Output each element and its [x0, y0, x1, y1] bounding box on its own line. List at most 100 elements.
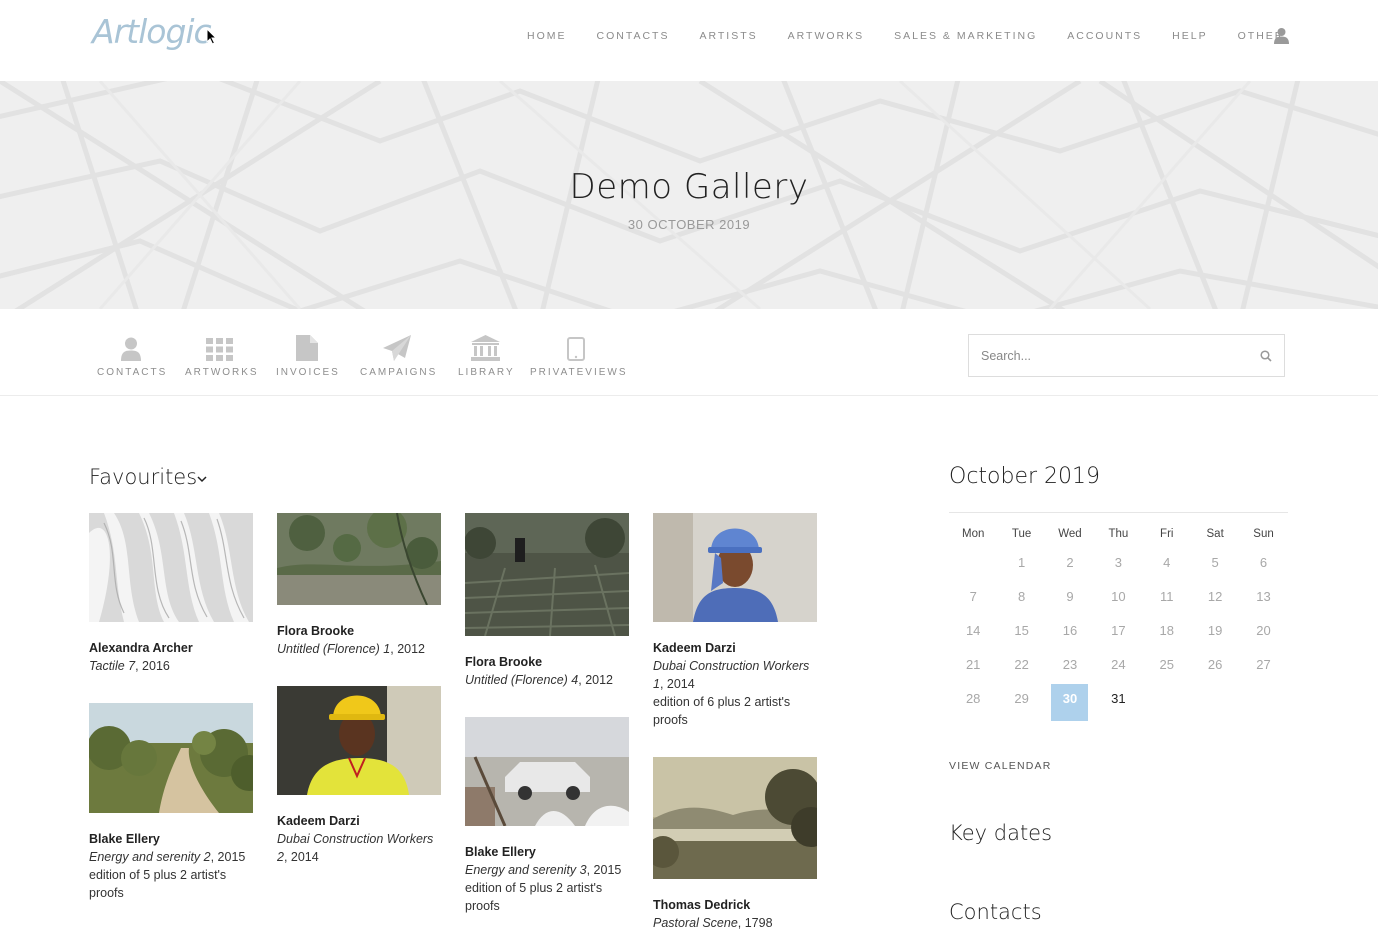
contacts-heading: Contacts: [949, 900, 1042, 924]
user-account-icon[interactable]: [1274, 27, 1289, 44]
artwork-title-line: Untitled (Florence) 1, 2012: [277, 640, 441, 658]
calendar-week-row: 7 8 9 10 11 12 13: [949, 582, 1288, 616]
artwork-thumbnail[interactable]: [89, 513, 253, 622]
calendar-day[interactable]: 18: [1143, 616, 1191, 650]
calendar-day[interactable]: 21: [949, 650, 997, 684]
artwork-year: , 2012: [390, 642, 426, 656]
artwork-title: Energy and serenity 2: [89, 850, 211, 864]
chevron-down-icon[interactable]: [197, 475, 207, 483]
calendar-day[interactable]: 8: [997, 582, 1045, 616]
artwork-edition: edition of 5 plus 2 artist's proofs: [465, 881, 603, 913]
calendar-day[interactable]: 4: [1143, 548, 1191, 582]
artwork-year: , 2014: [283, 850, 319, 864]
artwork-edition: edition of 5 plus 2 artist's proofs: [89, 868, 227, 900]
gallery-title: Demo Gallery: [569, 167, 809, 207]
calendar-day[interactable]: 6: [1239, 548, 1287, 582]
search-input[interactable]: [969, 335, 1239, 376]
weekday-label: Sat: [1206, 528, 1224, 540]
mouse-cursor-icon: [206, 28, 217, 45]
paper-plane-icon: [383, 335, 411, 361]
artwork-artist: Flora Brooke: [465, 655, 543, 669]
toolbar-invoices[interactable]: INVOICES: [276, 333, 338, 378]
artwork-card[interactable]: Alexandra Archer Tactile 7, 2016: [89, 513, 253, 675]
artwork-card[interactable]: Blake Ellery Energy and serenity 3, 2015…: [465, 717, 629, 915]
toolbar-library[interactable]: LIBRARY: [458, 333, 515, 378]
calendar-day[interactable]: 1: [997, 548, 1045, 582]
artwork-card[interactable]: Flora Brooke Untitled (Florence) 4, 2012: [465, 513, 629, 689]
nav-home[interactable]: HOME: [527, 30, 567, 42]
artwork-thumbnail[interactable]: [277, 686, 441, 795]
calendar-day[interactable]: 26: [1191, 650, 1239, 684]
nav-contacts[interactable]: CONTACTS: [597, 30, 670, 42]
calendar-day[interactable]: 24: [1094, 650, 1142, 684]
key-dates-heading: Key dates: [949, 821, 1053, 845]
search-icon[interactable]: [1260, 350, 1272, 362]
artwork-year: , 2014: [659, 677, 695, 691]
calendar-day[interactable]: 25: [1143, 650, 1191, 684]
calendar-day[interactable]: 16: [1046, 616, 1094, 650]
view-calendar-link[interactable]: VIEW CALENDAR: [949, 760, 1052, 772]
calendar-day[interactable]: 20: [1239, 616, 1287, 650]
nav-accounts[interactable]: ACCOUNTS: [1067, 30, 1142, 42]
calendar-day[interactable]: 11: [1143, 582, 1191, 616]
artwork-artist: Blake Ellery: [465, 845, 536, 859]
toolbar-library-label: LIBRARY: [458, 367, 515, 378]
calendar-day[interactable]: 2: [1046, 548, 1094, 582]
artwork-artist: Kadeem Darzi: [277, 814, 360, 828]
toolbar-privateviews[interactable]: PRIVATEVIEWS: [530, 333, 626, 378]
artwork-year: , 2015: [210, 850, 246, 864]
calendar-day[interactable]: 29: [997, 684, 1045, 718]
artlogic-logo[interactable]: Artlogic: [92, 12, 212, 51]
artwork-card[interactable]: Kadeem Darzi Dubai Construction Workers …: [653, 513, 817, 729]
calendar-grid: Mon Tue Wed Thu Fri Sat Sun 1 2 3 4 5 6 …: [949, 528, 1288, 721]
toolbar-artworks[interactable]: ARTWORKS: [185, 333, 257, 378]
artwork-card[interactable]: Flora Brooke Untitled (Florence) 1, 2012: [277, 513, 441, 658]
artwork-title: Pastoral Scene: [653, 916, 738, 930]
calendar-day[interactable]: 5: [1191, 548, 1239, 582]
calendar-week-row: 14 15 16 17 18 19 20: [949, 616, 1288, 650]
calendar-day[interactable]: 27: [1239, 650, 1287, 684]
calendar-day[interactable]: 13: [1239, 582, 1287, 616]
calendar-day[interactable]: 12: [1191, 582, 1239, 616]
calendar-day-today[interactable]: 30: [1051, 684, 1089, 721]
calendar-day[interactable]: 9: [1046, 582, 1094, 616]
artwork-artist: Flora Brooke: [277, 624, 355, 638]
calendar-day[interactable]: 23: [1046, 650, 1094, 684]
calendar-day[interactable]: 31: [1094, 684, 1142, 718]
artwork-thumbnail[interactable]: [653, 513, 817, 622]
quick-links-toolbar: CONTACTS ARTWORKS INVOICES CAMPAIGNS LIB…: [0, 309, 1378, 396]
artwork-thumbnail[interactable]: [653, 757, 817, 879]
calendar-day-empty: [1191, 684, 1239, 718]
artwork-card[interactable]: Blake Ellery Energy and serenity 2, 2015…: [89, 703, 253, 902]
artwork-title-line: Energy and serenity 3, 2015: [465, 861, 629, 879]
calendar-day[interactable]: 22: [997, 650, 1045, 684]
tablet-icon: [567, 337, 585, 361]
nav-artworks[interactable]: ARTWORKS: [788, 30, 864, 42]
calendar-day[interactable]: 17: [1094, 616, 1142, 650]
weekday-label: Wed: [1058, 528, 1082, 540]
artwork-thumbnail[interactable]: [465, 717, 629, 826]
artwork-title-line: Tactile 7, 2016: [89, 657, 253, 675]
nav-artists[interactable]: ARTISTS: [699, 30, 757, 42]
toolbar-contacts[interactable]: CONTACTS: [97, 333, 165, 378]
weekday-label: Sun: [1253, 528, 1274, 540]
calendar-day[interactable]: 19: [1191, 616, 1239, 650]
toolbar-campaigns[interactable]: CAMPAIGNS: [360, 333, 435, 378]
favourites-heading[interactable]: Favourites: [89, 465, 197, 489]
calendar-day[interactable]: 10: [1094, 582, 1142, 616]
hero-banner: Demo Gallery 30 OCTOBER 2019: [0, 81, 1378, 309]
artwork-thumbnail[interactable]: [465, 513, 629, 636]
calendar-day[interactable]: 3: [1094, 548, 1142, 582]
calendar-day[interactable]: 15: [997, 616, 1045, 650]
calendar-day[interactable]: 14: [949, 616, 997, 650]
artwork-card[interactable]: Kadeem Darzi Dubai Construction Workers …: [277, 686, 441, 866]
artwork-card[interactable]: Thomas Dedrick Pastoral Scene, 1798: [653, 757, 817, 932]
nav-help[interactable]: HELP: [1172, 30, 1207, 42]
artwork-thumbnail[interactable]: [277, 513, 441, 605]
artwork-year: , 2016: [135, 659, 170, 673]
calendar-day-empty: [1143, 684, 1191, 718]
calendar-day[interactable]: 28: [949, 684, 997, 718]
calendar-day[interactable]: 7: [949, 582, 997, 616]
artwork-thumbnail[interactable]: [89, 703, 253, 813]
nav-sales-marketing[interactable]: SALES & MARKETING: [894, 30, 1037, 42]
